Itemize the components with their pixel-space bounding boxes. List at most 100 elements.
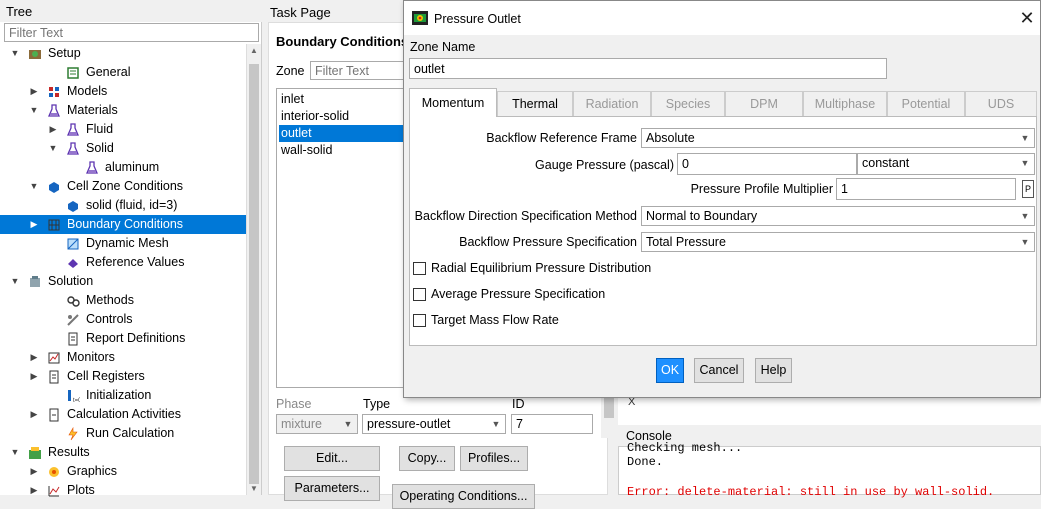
tree-item-label: Initialization — [86, 388, 152, 402]
tree-item[interactable]: General — [0, 63, 246, 82]
type-select[interactable]: pressure-outlet ▼ — [362, 414, 506, 434]
tree-item[interactable]: ▶ Boundary Conditions — [0, 215, 246, 234]
tree-item[interactable]: ▶ Monitors — [0, 348, 246, 367]
tree-item-label: Dynamic Mesh — [86, 236, 169, 250]
backflow-reference-frame-select[interactable]: Absolute ▼ — [641, 128, 1035, 148]
tree-header: Tree — [0, 0, 262, 22]
tree-item[interactable]: ▶ Graphics — [0, 462, 246, 481]
tree-item[interactable]: solid (fluid, id=3) — [0, 196, 246, 215]
setup-icon — [29, 50, 41, 59]
tree-item[interactable]: Reference Values — [0, 253, 246, 272]
zone-name-input[interactable] — [409, 58, 887, 79]
parameter-icon[interactable]: P — [1022, 180, 1034, 198]
init-icon: t=0 — [68, 390, 80, 403]
models-icon — [49, 87, 59, 97]
expanded-arrow-icon[interactable]: ▼ — [29, 101, 39, 120]
tree-item[interactable]: ▶ Fluid — [0, 120, 246, 139]
backflow-reference-frame-label: Backflow Reference Frame — [486, 131, 637, 145]
help-button[interactable]: Help — [755, 358, 792, 383]
tree-item[interactable]: aluminum — [0, 158, 246, 177]
svg-text:t=0: t=0 — [73, 398, 80, 403]
tree-item[interactable]: ▼ Materials — [0, 101, 246, 120]
tree-item[interactable]: ▼ Setup — [0, 44, 246, 63]
expanded-arrow-icon[interactable]: ▼ — [10, 272, 20, 291]
zone-filter-input[interactable] — [310, 61, 410, 80]
tree-item[interactable]: ▶ Calculation Activities — [0, 405, 246, 424]
scroll-down-icon[interactable]: ▼ — [250, 484, 258, 493]
expanded-arrow-icon[interactable]: ▼ — [10, 44, 20, 63]
tree-filter-input[interactable] — [4, 23, 259, 42]
collapsed-arrow-icon[interactable]: ▶ — [29, 367, 39, 386]
tab-uds: UDS — [965, 91, 1037, 116]
expanded-arrow-icon[interactable]: ▼ — [48, 139, 58, 158]
tree-item[interactable]: Run Calculation — [0, 424, 246, 443]
expanded-arrow-icon[interactable]: ▼ — [10, 443, 20, 462]
tree-item-label: Graphics — [67, 464, 118, 478]
scroll-thumb[interactable] — [249, 64, 259, 484]
tree-item[interactable]: Controls — [0, 310, 246, 329]
backflow-direction-method-select[interactable]: Normal to Boundary ▼ — [641, 206, 1035, 226]
tree-item-label: Fluid — [86, 122, 114, 136]
chevron-down-icon: ▼ — [1020, 133, 1030, 143]
radial-equilibrium-checkbox[interactable] — [413, 262, 426, 275]
collapsed-arrow-icon[interactable]: ▶ — [48, 120, 58, 139]
tab-thermal[interactable]: Thermal — [497, 91, 573, 116]
operating-conditions-button[interactable]: Operating Conditions... — [392, 484, 535, 509]
tree-item[interactable]: ▼ Solution — [0, 272, 246, 291]
tree-item[interactable]: ▶ Plots — [0, 481, 246, 500]
phase-select[interactable]: mixture ▼ — [276, 414, 358, 434]
tree-item[interactable]: ▶ Cell Registers — [0, 367, 246, 386]
id-label: ID — [512, 397, 525, 411]
ok-button[interactable]: OK — [656, 358, 684, 383]
parameters-button[interactable]: Parameters... — [284, 476, 380, 501]
expanded-arrow-icon[interactable]: ▼ — [29, 177, 39, 196]
collapsed-arrow-icon[interactable]: ▶ — [29, 462, 39, 481]
close-icon[interactable]: ✕ — [1016, 7, 1038, 29]
tree-item-label: Monitors — [67, 350, 115, 364]
tree-item-label: solid (fluid, id=3) — [86, 198, 178, 212]
gauge-pressure-label: Gauge Pressure (pascal) — [535, 158, 674, 172]
gauge-pressure-input[interactable]: 0 — [677, 153, 857, 175]
edit-button[interactable]: Edit... — [284, 446, 380, 471]
gauge-pressure-method-select[interactable]: constant ▼ — [857, 153, 1035, 175]
tree-item[interactable]: Report Definitions — [0, 329, 246, 348]
tree-item[interactable]: ▼ Results — [0, 443, 246, 462]
tree-scrollbar[interactable]: ▲ ▼ — [246, 44, 261, 495]
collapsed-arrow-icon[interactable]: ▶ — [29, 481, 39, 500]
report-icon — [49, 370, 59, 384]
solution-icon — [30, 276, 40, 287]
zone-item-selected[interactable]: outlet — [279, 125, 403, 142]
target-mass-flow-checkbox[interactable] — [413, 314, 426, 327]
tree-item[interactable]: ▶ Models — [0, 82, 246, 101]
tab-momentum[interactable]: Momentum — [409, 88, 497, 117]
collapsed-arrow-icon[interactable]: ▶ — [29, 405, 39, 424]
zone-item[interactable]: inlet — [279, 91, 403, 108]
plots-icon — [48, 486, 60, 497]
chevron-down-icon: ▼ — [1020, 158, 1030, 168]
backflow-pressure-spec-select[interactable]: Total Pressure ▼ — [641, 232, 1035, 252]
id-field[interactable]: 7 — [511, 414, 593, 434]
console-output[interactable]: Checking mesh... Done. Error: delete-mat… — [618, 441, 1041, 499]
tree-item[interactable]: ▼ Solid — [0, 139, 246, 158]
tree-item[interactable]: ▼ Cell Zone Conditions — [0, 177, 246, 196]
tree-item[interactable]: Dynamic Mesh — [0, 234, 246, 253]
zone-item[interactable]: interior-solid — [279, 108, 403, 125]
collapsed-arrow-icon[interactable]: ▶ — [29, 82, 39, 101]
scroll-up-icon[interactable]: ▲ — [250, 46, 258, 55]
scroll-thumb[interactable] — [604, 398, 614, 418]
pressure-profile-multiplier-input[interactable]: 1 — [836, 178, 1016, 200]
average-pressure-checkbox[interactable] — [413, 288, 426, 301]
dialog-titlebar[interactable]: Pressure Outlet ✕ — [404, 1, 1040, 35]
tree-item-label: Reference Values — [86, 255, 185, 269]
profiles-button[interactable]: Profiles... — [460, 446, 528, 471]
cancel-button[interactable]: Cancel — [694, 358, 744, 383]
tree-item[interactable]: t=0 Initialization — [0, 386, 246, 405]
collapsed-arrow-icon[interactable]: ▶ — [29, 215, 39, 234]
dialog-title: Pressure Outlet — [434, 12, 521, 26]
copy-button[interactable]: Copy... — [399, 446, 455, 471]
zone-item[interactable]: wall-solid — [279, 142, 403, 159]
flask-icon — [67, 142, 79, 155]
tree-item[interactable]: Methods — [0, 291, 246, 310]
collapsed-arrow-icon[interactable]: ▶ — [29, 348, 39, 367]
pressure-outlet-dialog: Pressure Outlet ✕ Zone Name Momentum The… — [403, 0, 1041, 398]
